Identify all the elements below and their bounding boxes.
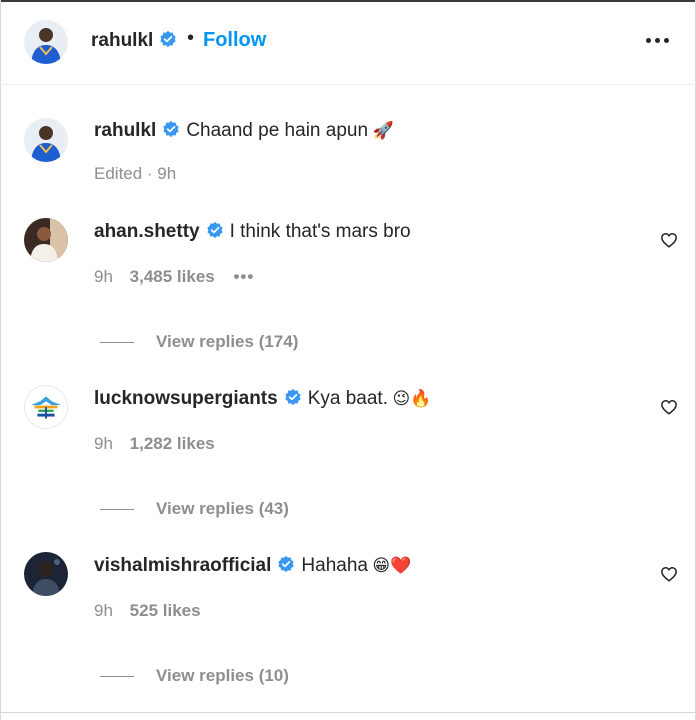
more-options-icon[interactable] bbox=[644, 32, 672, 46]
comment-more-icon[interactable]: ••• bbox=[233, 267, 254, 286]
rocket-emoji: 🚀 bbox=[372, 121, 394, 141]
verified-badge-icon bbox=[163, 120, 179, 138]
header-username[interactable]: rahulkl bbox=[91, 30, 153, 51]
profile-photo-vishalmishraofficial bbox=[24, 552, 68, 596]
profile-photo-rahulkl bbox=[24, 20, 68, 64]
view-replies-label: View replies (10) bbox=[156, 666, 289, 685]
avatar[interactable] bbox=[24, 218, 68, 262]
comment-meta: 9h 1,282 likes bbox=[94, 434, 215, 454]
comment-time: 9h bbox=[94, 601, 113, 620]
replies-divider-line bbox=[100, 509, 134, 511]
comment-meta: 9h 525 likes bbox=[94, 601, 201, 621]
comment-text: Kya baat. bbox=[307, 388, 388, 409]
avatar[interactable] bbox=[24, 20, 68, 64]
comment-username[interactable]: lucknowsupergiants bbox=[94, 388, 278, 409]
verified-badge-icon bbox=[278, 555, 295, 573]
avatar[interactable] bbox=[24, 118, 68, 162]
comment-time: 9h bbox=[94, 267, 113, 286]
comment-username[interactable]: ahan.shetty bbox=[94, 221, 200, 242]
comments-bottom-divider bbox=[0, 712, 696, 713]
header-separator: • bbox=[187, 27, 195, 49]
comment-likes[interactable]: 525 likes bbox=[130, 601, 201, 620]
comment-likes[interactable]: 3,485 likes bbox=[130, 267, 215, 286]
caption-row: rahulkl Chaand pe hain apun 🚀 bbox=[94, 120, 394, 142]
comment-row: ahan.shetty I think that's mars bro bbox=[94, 221, 411, 243]
post-header: rahulkl • Follow bbox=[0, 0, 696, 85]
like-heart-icon[interactable] bbox=[660, 231, 678, 249]
comment-username[interactable]: vishalmishraofficial bbox=[94, 555, 271, 576]
profile-photo-rahulkl bbox=[24, 118, 68, 162]
like-heart-icon[interactable] bbox=[660, 565, 678, 583]
replies-divider-line bbox=[100, 676, 134, 678]
replies-divider-line bbox=[100, 342, 134, 344]
wink-fire-emoji: 😉🔥 bbox=[392, 389, 432, 409]
caption-text: Chaand pe hain apun bbox=[186, 120, 369, 141]
frame-border-left bbox=[0, 0, 1, 720]
verified-badge-icon bbox=[160, 30, 176, 48]
view-replies-button[interactable]: View replies (43) bbox=[100, 499, 289, 519]
lucknow-super-giants-logo bbox=[25, 386, 67, 428]
comment-text: Hahaha bbox=[301, 555, 368, 576]
profile-photo-ahan-shetty bbox=[24, 218, 68, 262]
comment-likes[interactable]: 1,282 likes bbox=[130, 434, 215, 453]
view-replies-label: View replies (43) bbox=[156, 499, 289, 518]
avatar[interactable] bbox=[24, 385, 68, 429]
verified-badge-icon bbox=[206, 221, 223, 239]
comment-time: 9h bbox=[94, 434, 113, 453]
comment-text: I think that's mars bro bbox=[229, 221, 411, 242]
follow-button[interactable]: Follow bbox=[203, 29, 266, 52]
verified-badge-icon bbox=[285, 388, 301, 406]
like-heart-icon[interactable] bbox=[660, 398, 678, 416]
avatar[interactable] bbox=[24, 552, 68, 596]
comment-row: lucknowsupergiants Kya baat. 😉🔥 bbox=[94, 388, 431, 410]
view-replies-button[interactable]: View replies (174) bbox=[100, 332, 298, 352]
view-replies-label: View replies (174) bbox=[156, 332, 299, 351]
caption-username[interactable]: rahulkl bbox=[94, 120, 156, 141]
comment-row: vishalmishraofficial Hahaha 😁❤️ bbox=[94, 555, 411, 577]
header-username-row: rahulkl bbox=[91, 30, 177, 52]
grin-heart-emoji: 😁❤️ bbox=[372, 556, 412, 576]
view-replies-button[interactable]: View replies (10) bbox=[100, 666, 289, 686]
caption-meta: Edited · 9h bbox=[94, 164, 177, 183]
comment-meta: 9h 3,485 likes ••• bbox=[94, 267, 254, 287]
